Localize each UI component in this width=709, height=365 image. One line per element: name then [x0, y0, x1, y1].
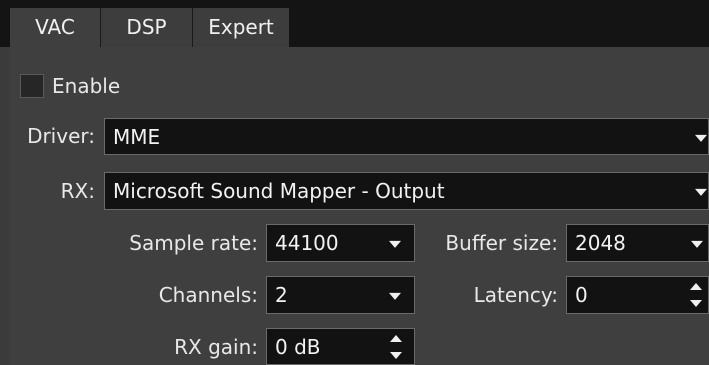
driver-select-value: MME — [113, 124, 161, 149]
spin-up-icon[interactable] — [690, 283, 702, 290]
channels-value: 2 — [275, 283, 288, 307]
tab-bar: VAC DSP Expert — [0, 0, 709, 47]
buffer-size-label: Buffer size: — [445, 231, 558, 255]
chevron-down-icon — [695, 188, 707, 196]
enable-checkbox-row[interactable]: Enable — [20, 72, 120, 100]
driver-select[interactable]: MME — [104, 118, 709, 155]
rx-gain-value: 0 dB — [275, 334, 321, 359]
rx-select-value: Microsoft Sound Mapper - Output — [113, 179, 445, 203]
rx-gain-label: RX gain: — [174, 335, 258, 359]
channels-select[interactable]: 2 — [266, 276, 415, 314]
channels-label: Channels: — [158, 283, 258, 307]
vac-settings-window: VAC DSP Expert Enable Driver: MME RX: Mi… — [0, 0, 709, 365]
tabbar-edge-left — [0, 0, 10, 47]
tab-vac[interactable]: VAC — [10, 8, 100, 47]
sample-rate-select[interactable]: 44100 — [266, 224, 415, 262]
chevron-down-icon — [389, 292, 401, 300]
buffer-size-value: 2048 — [575, 231, 626, 255]
tabbar-empty-area — [289, 0, 709, 47]
enable-checkbox[interactable] — [20, 74, 44, 98]
chevron-down-icon — [691, 240, 703, 248]
tab-dsp[interactable]: DSP — [100, 8, 192, 47]
tabbar-edge-top — [0, 0, 289, 8]
spinner-arrows-icon[interactable] — [690, 281, 702, 309]
tab-expert[interactable]: Expert — [192, 8, 289, 47]
chevron-down-icon — [389, 240, 401, 248]
buffer-size-select[interactable]: 2048 — [566, 224, 709, 262]
spin-down-icon[interactable] — [690, 300, 702, 307]
rx-select[interactable]: Microsoft Sound Mapper - Output — [104, 172, 709, 210]
spin-up-icon[interactable] — [390, 335, 402, 342]
sample-rate-value: 44100 — [275, 231, 339, 255]
latency-spinbox[interactable]: 0 — [566, 276, 709, 314]
enable-label: Enable — [52, 74, 121, 98]
rx-label: RX: — [60, 179, 95, 203]
spin-down-icon[interactable] — [390, 352, 402, 359]
latency-value: 0 — [575, 283, 588, 307]
driver-label: Driver: — [27, 124, 95, 148]
chevron-down-icon — [695, 134, 707, 142]
rx-gain-spinbox[interactable]: 0 dB — [266, 328, 415, 365]
sample-rate-label: Sample rate: — [129, 231, 258, 255]
spinner-arrows-icon[interactable] — [390, 333, 402, 361]
latency-label: Latency: — [473, 283, 558, 307]
